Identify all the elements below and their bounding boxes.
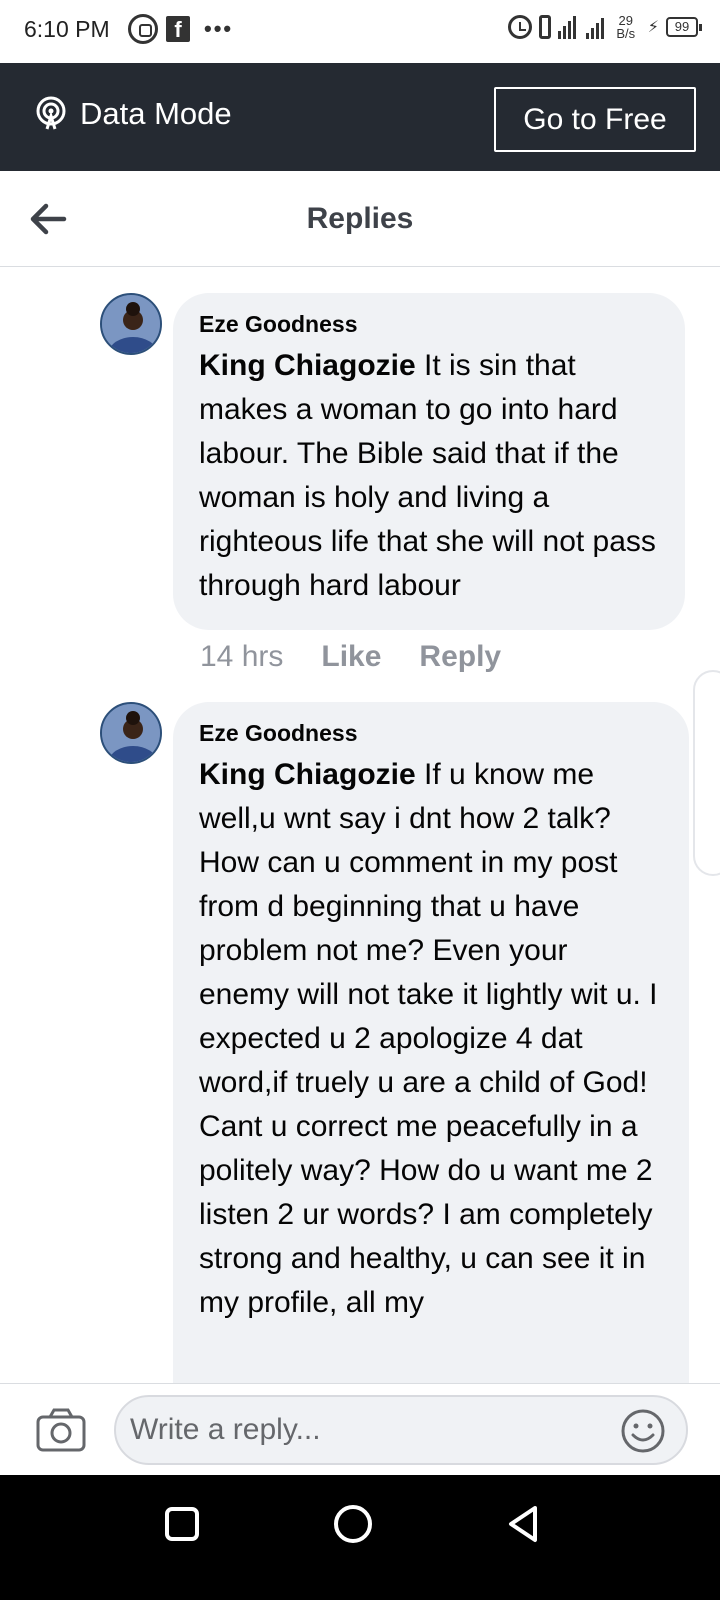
avatar[interactable] bbox=[100, 702, 162, 764]
comment-bubble[interactable]: Eze Goodness King Chiagozie If u know me… bbox=[173, 702, 689, 1402]
avatar-image bbox=[102, 704, 160, 762]
avatar-image bbox=[102, 295, 160, 353]
comment-bubble[interactable]: Eze Goodness King Chiagozie It is sin th… bbox=[173, 293, 685, 630]
comment-body: It is sin that makes a woman to go into … bbox=[199, 349, 656, 602]
alarm-icon bbox=[507, 15, 532, 39]
notification-icons: f ••• bbox=[128, 14, 233, 44]
vibrate-icon bbox=[538, 15, 551, 39]
avatar[interactable] bbox=[100, 293, 162, 355]
battery-icon: 99 bbox=[666, 17, 702, 37]
go-to-free-button[interactable]: Go to Free bbox=[494, 87, 696, 152]
signal-icon bbox=[557, 15, 604, 39]
charging-icon: ⚡ bbox=[647, 19, 659, 36]
net-speed: 29 B/s bbox=[611, 14, 641, 40]
mention-link[interactable]: King Chiagozie bbox=[199, 758, 416, 791]
reply-input[interactable] bbox=[114, 1395, 688, 1465]
facebook-icon: f bbox=[166, 16, 190, 42]
system-navigation-bar bbox=[0, 1475, 720, 1600]
data-mode-label: Data Mode bbox=[80, 96, 232, 131]
reply-button[interactable]: Reply bbox=[419, 640, 501, 674]
mention-link[interactable]: King Chiagozie bbox=[199, 349, 416, 382]
page-title: Replies bbox=[306, 202, 414, 235]
status-bar: 6:10 PM f ••• 29 B/s ⚡ 99 bbox=[0, 0, 720, 63]
comment-text: King Chiagozie If u know me well,u wnt s… bbox=[199, 753, 663, 1325]
emoji-icon[interactable] bbox=[620, 1408, 666, 1454]
reply-composer bbox=[0, 1383, 720, 1475]
more-dots-icon: ••• bbox=[204, 16, 234, 41]
recents-square-icon[interactable] bbox=[160, 1502, 204, 1546]
comment-author[interactable]: Eze Goodness bbox=[199, 311, 659, 338]
comment-body: If u know me well,u wnt say i dnt how 2 … bbox=[199, 758, 658, 1319]
like-button[interactable]: Like bbox=[321, 640, 381, 674]
data-mode-banner: Data Mode Go to Free bbox=[0, 63, 720, 171]
net-speed-unit: B/s bbox=[616, 26, 636, 41]
home-circle-icon[interactable] bbox=[331, 1502, 375, 1546]
camera-icon[interactable] bbox=[36, 1408, 86, 1452]
replies-header: Replies bbox=[0, 171, 720, 267]
broadcast-icon bbox=[36, 96, 66, 130]
comment-text: King Chiagozie It is sin that makes a wo… bbox=[199, 344, 659, 608]
system-icons: 29 B/s ⚡ 99 bbox=[507, 14, 702, 40]
comment-time[interactable]: 14 hrs bbox=[200, 640, 283, 674]
whatsapp-icon bbox=[128, 14, 158, 44]
scroll-fade-indicator bbox=[465, 262, 505, 268]
comment-actions: 14 hrs Like Reply bbox=[200, 640, 501, 674]
side-scroll-handle[interactable] bbox=[693, 670, 720, 876]
status-time: 6:10 PM bbox=[24, 16, 110, 42]
comment-author[interactable]: Eze Goodness bbox=[199, 720, 663, 747]
back-triangle-icon[interactable] bbox=[502, 1502, 546, 1546]
